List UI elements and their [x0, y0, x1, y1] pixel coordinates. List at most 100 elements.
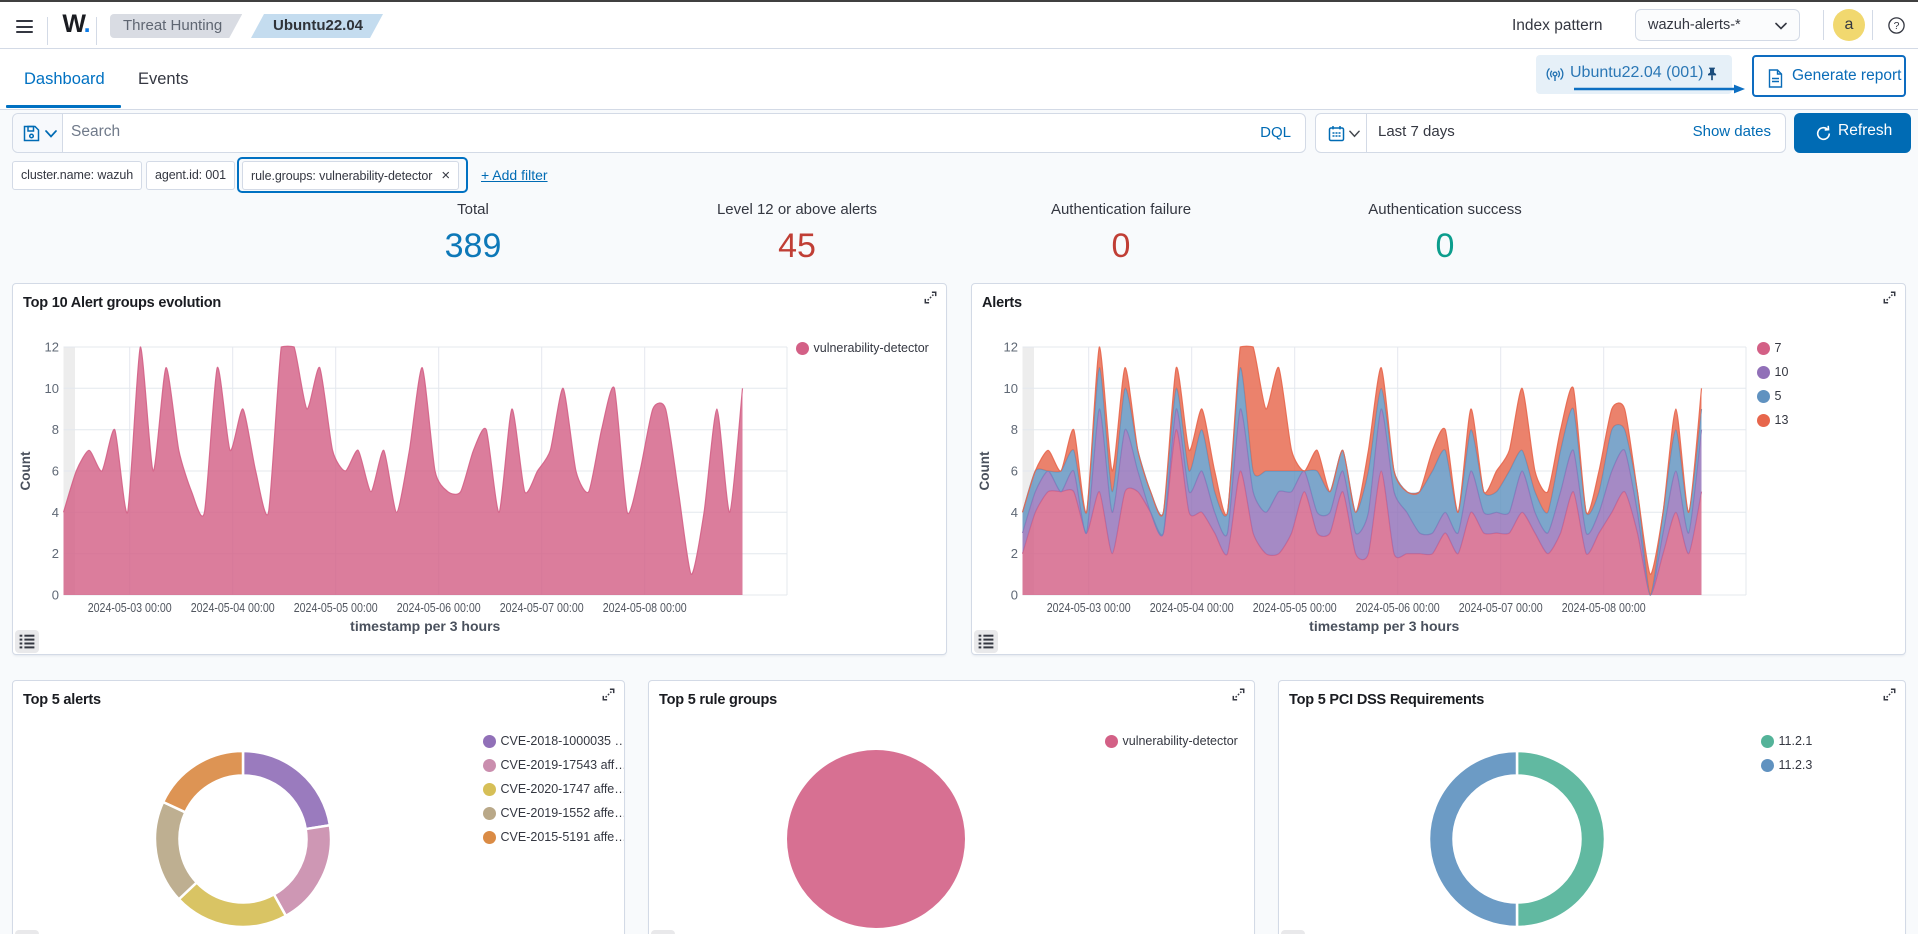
svg-text:6: 6 [1011, 464, 1018, 479]
generate-report-button[interactable]: Generate report [1752, 55, 1906, 97]
refresh-button[interactable]: Refresh [1794, 113, 1911, 153]
top5-alerts-chart[interactable]: CVE-2018-1000035 … CVE-2019-17543 aff… CVE… [13, 681, 625, 934]
legend-dot [1757, 414, 1770, 427]
svg-text:2: 2 [52, 546, 59, 561]
stats-row: Total 389 Level 12 or above alerts 45 Au… [311, 196, 1607, 271]
tab-bar: Dashboard Events Ubuntu22.04 (001) [0, 49, 1918, 110]
alert-groups-evolution-chart[interactable]: 024681012Count2024-05-03 00:002024-05-04… [13, 284, 947, 655]
header-divider [47, 17, 48, 45]
index-pattern-select[interactable]: wazuh-alerts-* [1635, 9, 1800, 41]
legend-item[interactable]: 13 [1757, 408, 1789, 432]
legend-label: vulnerability-detector [814, 341, 929, 355]
chevron-down-icon [1349, 130, 1360, 138]
menu-icon[interactable] [16, 20, 33, 33]
svg-text:0: 0 [52, 588, 59, 603]
svg-text:2: 2 [1011, 546, 1018, 561]
svg-text:2024-05-04 00:00: 2024-05-04 00:00 [191, 600, 275, 615]
legend-toggle-icon[interactable] [15, 630, 39, 653]
legend-dot [1761, 735, 1774, 748]
legend-dot [796, 342, 809, 355]
svg-text:2024-05-08 00:00: 2024-05-08 00:00 [603, 600, 687, 615]
legend-item[interactable]: CVE-2015-5191 affe… [483, 825, 626, 849]
filter-pill-agent[interactable]: agent.id: 001 [146, 161, 235, 190]
app-header: W. Threat Hunting Ubuntu22.04 Index patt… [0, 2, 1918, 49]
legend-item[interactable]: vulnerability-detector [1105, 729, 1238, 753]
svg-text:2024-05-08 00:00: 2024-05-08 00:00 [1562, 600, 1646, 615]
show-dates-button[interactable]: Show dates [1693, 123, 1771, 140]
legend-label: CVE-2019-1552 affe… [501, 806, 626, 820]
remove-filter-icon[interactable]: × [441, 162, 450, 189]
svg-text:2024-05-04 00:00: 2024-05-04 00:00 [1150, 600, 1234, 615]
search-bar[interactable]: Search DQL [12, 113, 1306, 153]
add-filter-button[interactable]: + Add filter [481, 167, 548, 183]
legend-item[interactable]: CVE-2018-1000035 … [483, 729, 626, 753]
panel-top5-alerts: Top 5 alerts CVE-2018-1000035 …CVE-2019-… [12, 680, 625, 934]
legend-item[interactable]: 7 [1757, 336, 1789, 360]
wazuh-logo[interactable]: W. [56, 10, 96, 39]
panel-alerts: Alerts 024681012Count2024-05-03 00:00202… [971, 283, 1906, 655]
agent-info-pill[interactable]: Ubuntu22.04 (001) [1536, 55, 1732, 94]
filter-pill-rule-groups[interactable]: rule.groups: vulnerability-detector× [242, 161, 459, 190]
legend-label: 11.2.1 [1779, 734, 1813, 748]
legend-label: CVE-2019-17543 aff… [501, 758, 626, 772]
svg-text:12: 12 [45, 340, 59, 355]
stat-value: 45 [635, 227, 959, 266]
breadcrumb-agent[interactable]: Ubuntu22.04 [251, 14, 383, 38]
stat-label: Authentication success [1283, 201, 1607, 218]
svg-text:8: 8 [52, 422, 59, 437]
stat-value: 0 [959, 227, 1283, 266]
legend-dot [1105, 735, 1118, 748]
legend-item[interactable]: 10 [1757, 360, 1789, 384]
header-divider [1823, 10, 1824, 40]
legend-toggle-icon[interactable] [15, 930, 39, 934]
panel-alert-groups-evolution: Top 10 Alert groups evolution 024681012C… [12, 283, 947, 655]
legend-dot [483, 807, 496, 820]
legend-item[interactable]: 11.2.3 [1761, 753, 1813, 777]
stat-auth-success: Authentication success 0 [1283, 196, 1607, 271]
legend-toggle-icon[interactable] [974, 630, 998, 653]
legend-item[interactable]: CVE-2019-1552 affe… [483, 801, 626, 825]
saved-query-menu-button[interactable] [13, 114, 63, 152]
svg-text:12: 12 [1004, 340, 1018, 355]
avatar[interactable]: a [1833, 9, 1865, 41]
legend-label: vulnerability-detector [1123, 734, 1238, 748]
date-quick-menu-button[interactable] [1316, 114, 1367, 152]
legend-toggle-icon[interactable] [1281, 930, 1305, 934]
svg-text:2024-05-07 00:00: 2024-05-07 00:00 [500, 600, 584, 615]
legend-item[interactable]: vulnerability-detector [796, 336, 929, 360]
search-input[interactable]: Search [71, 123, 120, 141]
date-picker[interactable]: Last 7 days Show dates [1315, 113, 1786, 153]
legend-dot [483, 783, 496, 796]
legend-item[interactable]: 5 [1757, 384, 1789, 408]
tab-dashboard[interactable]: Dashboard [24, 70, 105, 89]
legend-toggle-icon[interactable] [651, 930, 675, 934]
stat-level12: Level 12 or above alerts 45 [635, 196, 959, 271]
report-document-icon [1767, 69, 1784, 88]
legend-label: 13 [1775, 413, 1789, 427]
filter-pill-cluster[interactable]: cluster.name: wazuh [12, 161, 142, 190]
svg-text:2024-05-06 00:00: 2024-05-06 00:00 [1356, 600, 1440, 615]
svg-text:timestamp per 3 hours: timestamp per 3 hours [350, 618, 500, 634]
svg-text:Count: Count [18, 451, 33, 490]
top5-pci-chart[interactable]: 11.2.1 11.2.3 [1279, 681, 1906, 934]
legend-label: CVE-2018-1000035 … [501, 734, 626, 748]
legend-item[interactable]: CVE-2019-17543 aff… [483, 753, 626, 777]
top5-rule-groups-chart[interactable]: vulnerability-detector [649, 681, 1255, 934]
svg-text:2024-05-05 00:00: 2024-05-05 00:00 [294, 600, 378, 615]
stat-auth-failure: Authentication failure 0 [959, 196, 1283, 271]
legend-item[interactable]: 11.2.1 [1761, 729, 1813, 753]
tab-events[interactable]: Events [138, 70, 188, 89]
help-icon[interactable]: ? [1888, 17, 1905, 34]
time-range-value[interactable]: Last 7 days [1378, 123, 1455, 140]
legend-dot [1761, 759, 1774, 772]
index-pattern-label: Index pattern [1512, 17, 1602, 35]
svg-text:timestamp per 3 hours: timestamp per 3 hours [1309, 618, 1459, 634]
svg-text:2024-05-07 00:00: 2024-05-07 00:00 [1459, 600, 1543, 615]
dql-button[interactable]: DQL [1260, 124, 1291, 141]
alerts-chart[interactable]: 024681012Count2024-05-03 00:002024-05-04… [972, 284, 1906, 655]
breadcrumb-threat-hunting[interactable]: Threat Hunting [110, 14, 242, 38]
pin-icon[interactable] [1704, 66, 1720, 83]
legend-dot [1757, 366, 1770, 379]
legend-label: 11.2.3 [1779, 758, 1813, 772]
legend-item[interactable]: CVE-2020-1747 affe… [483, 777, 626, 801]
